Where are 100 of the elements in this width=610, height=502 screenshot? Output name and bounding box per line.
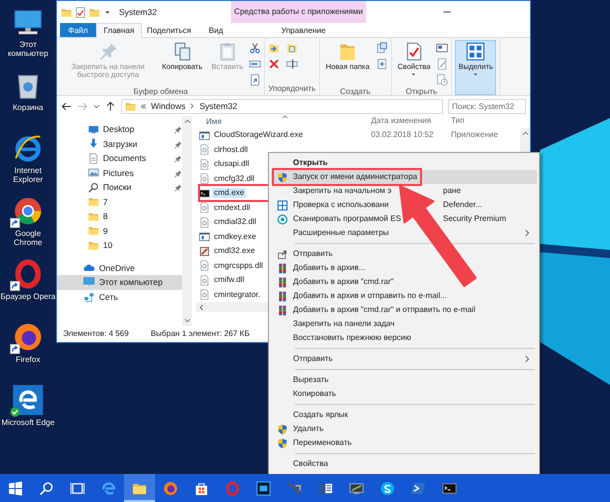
breadcrumb-link[interactable]: Windows bbox=[151, 100, 186, 112]
document-icon[interactable] bbox=[376, 58, 388, 70]
menu-item[interactable]: Добавить в архив "cmd.rar" bbox=[271, 275, 537, 289]
file-name[interactable]: cmdext.dll bbox=[212, 202, 252, 213]
menu-item[interactable]: Отправить bbox=[271, 352, 537, 366]
rename-icon[interactable] bbox=[286, 58, 298, 70]
desktop-icon-label[interactable]: Firefox bbox=[16, 355, 40, 364]
nav-item[interactable]: Поиски bbox=[57, 180, 182, 194]
menu-item[interactable]: Добавить в архив... bbox=[271, 261, 537, 275]
browser-icon[interactable] bbox=[13, 196, 43, 226]
ribbon-tab[interactable]: Управление bbox=[236, 23, 371, 37]
menu-item[interactable]: Добавить в архив и отправить по e-mail... bbox=[271, 289, 537, 303]
file-name[interactable]: cmdkey.exe bbox=[212, 232, 258, 242]
folder-icon bbox=[125, 100, 136, 112]
menu-item[interactable]: Свойства bbox=[271, 457, 537, 471]
desktop-icon-label[interactable]: Этот компьютер bbox=[0, 40, 56, 58]
task-view-icon[interactable] bbox=[70, 480, 85, 496]
file-name[interactable]: cmcfg32.dll bbox=[212, 174, 256, 184]
menu-item[interactable]: Запуск от имени администратора bbox=[271, 170, 537, 184]
menu-item[interactable]: Создать ярлык bbox=[271, 408, 537, 422]
chevron-left-icon[interactable] bbox=[198, 304, 205, 310]
desktop-icon-label[interactable]: Браузер Opera bbox=[0, 292, 56, 302]
menu-item[interactable]: Закрепить на панели задач bbox=[271, 317, 537, 331]
file-name[interactable]: cmd.exe bbox=[212, 188, 246, 198]
menu-item[interactable]: Открыть bbox=[271, 156, 537, 170]
text-field-icon[interactable] bbox=[249, 58, 262, 70]
scissors-icon[interactable] bbox=[249, 42, 262, 54]
nav-item[interactable]: 10 bbox=[57, 238, 182, 252]
menu-item[interactable]: Расширенные параметры bbox=[271, 226, 537, 240]
nav-item[interactable]: Documents bbox=[57, 151, 182, 166]
nav-item[interactable]: Pictures bbox=[57, 166, 182, 180]
file-name[interactable]: clusapi.dll bbox=[212, 159, 252, 170]
move-folder-icon[interactable] bbox=[268, 42, 280, 54]
browser-icon[interactable] bbox=[13, 322, 43, 352]
window-icon[interactable] bbox=[436, 42, 448, 54]
tool-icon[interactable] bbox=[287, 480, 302, 496]
app-icon[interactable] bbox=[256, 480, 271, 496]
delete-icon[interactable] bbox=[268, 58, 280, 70]
desktop-icon-label[interactable]: Internet Explorer bbox=[0, 166, 56, 184]
column-header[interactable]: Дата изменения bbox=[371, 116, 451, 128]
chevron-up-icon[interactable] bbox=[522, 130, 528, 137]
properties-icon[interactable] bbox=[75, 6, 86, 18]
menu-item[interactable]: Отправить bbox=[271, 247, 537, 261]
console-icon[interactable] bbox=[442, 480, 457, 496]
nav-item[interactable]: 9 bbox=[57, 224, 182, 238]
breadcrumb-link[interactable]: System32 bbox=[199, 100, 238, 112]
terminal-icon[interactable] bbox=[411, 480, 426, 496]
nav-item[interactable]: OneDrive bbox=[57, 260, 182, 275]
menu-item[interactable]: Копировать bbox=[271, 387, 537, 401]
column-header[interactable]: Имя bbox=[196, 116, 371, 128]
nav-item[interactable]: Этот компьютер bbox=[57, 275, 182, 290]
file-name[interactable]: cmintegrator. bbox=[212, 290, 262, 300]
menu-item[interactable]: Восстановить прежнюю версию bbox=[271, 331, 537, 345]
back-icon[interactable] bbox=[61, 100, 72, 112]
file-name[interactable]: CloudStorageWizard.exe bbox=[212, 130, 305, 140]
desktop-icon-label[interactable]: Корзина bbox=[12, 103, 44, 112]
file-name[interactable]: cmgrcspps.dll bbox=[212, 260, 265, 271]
chevron-down-icon[interactable] bbox=[184, 317, 190, 324]
shopping-bag-icon[interactable] bbox=[194, 480, 209, 496]
menu-item[interactable]: Сканировать программой ES Security Premium bbox=[271, 212, 537, 226]
nav-item[interactable]: 7 bbox=[57, 194, 182, 209]
nav-item[interactable]: 8 bbox=[57, 209, 182, 224]
desktop-icon-label[interactable]: Microsoft Edge bbox=[1, 418, 55, 428]
menu-item[interactable]: Проверка с использовани Defender... bbox=[271, 198, 537, 212]
chevron-down-icon[interactable] bbox=[93, 102, 100, 110]
nav-item[interactable]: Загрузки bbox=[57, 136, 182, 151]
menu-item[interactable]: Удалить bbox=[271, 422, 537, 436]
ribbon-tab[interactable]: Вид bbox=[196, 23, 236, 37]
file-name[interactable]: cmdial32.dll bbox=[212, 217, 258, 228]
search-field[interactable]: Поиск: System32 bbox=[448, 98, 526, 114]
address-bar[interactable]: Windows System32 bbox=[121, 98, 443, 114]
document-icon bbox=[88, 152, 99, 164]
file-name[interactable]: clrhost.dll bbox=[212, 144, 250, 155]
start-icon[interactable] bbox=[8, 480, 23, 496]
new-item-icon[interactable] bbox=[376, 42, 388, 54]
menu-item[interactable]: Добавить в архив "cmd.rar" и отправить по e-mail bbox=[271, 303, 537, 317]
menu-item[interactable]: Вырезать bbox=[271, 373, 537, 387]
column-header[interactable]: Тип bbox=[451, 116, 464, 128]
chat-icon[interactable] bbox=[380, 480, 395, 496]
menu-item[interactable]: Переименовать bbox=[271, 436, 537, 450]
desktop-icon-label[interactable]: Google Chrome bbox=[0, 229, 56, 248]
nav-item[interactable]: Desktop bbox=[57, 122, 182, 136]
scrollbar[interactable] bbox=[182, 116, 192, 326]
history-icon[interactable] bbox=[436, 74, 448, 86]
ribbon-tab[interactable]: Файл bbox=[60, 23, 96, 37]
ribbon-tab[interactable]: Поделиться bbox=[142, 23, 196, 37]
chevron-up-icon[interactable] bbox=[184, 118, 190, 125]
browser-icon[interactable] bbox=[13, 259, 43, 289]
file-name[interactable]: cmifw.dll bbox=[212, 275, 246, 286]
ribbon-tab[interactable]: Главная bbox=[96, 23, 142, 38]
menu-item[interactable]: Закрепить на начальном э ране bbox=[271, 184, 537, 198]
up-icon[interactable] bbox=[105, 100, 116, 112]
shortcut-icon[interactable] bbox=[249, 74, 262, 86]
file-name[interactable]: cmdl32.exe bbox=[212, 246, 257, 256]
ribbon-group-label: Буфер обмена bbox=[132, 87, 189, 97]
document-app-icon[interactable] bbox=[318, 480, 333, 496]
nav-item[interactable]: Сеть bbox=[57, 290, 182, 304]
monitor-icon[interactable] bbox=[349, 480, 364, 496]
search-icon[interactable] bbox=[39, 480, 54, 496]
browser-icon[interactable] bbox=[13, 133, 43, 163]
